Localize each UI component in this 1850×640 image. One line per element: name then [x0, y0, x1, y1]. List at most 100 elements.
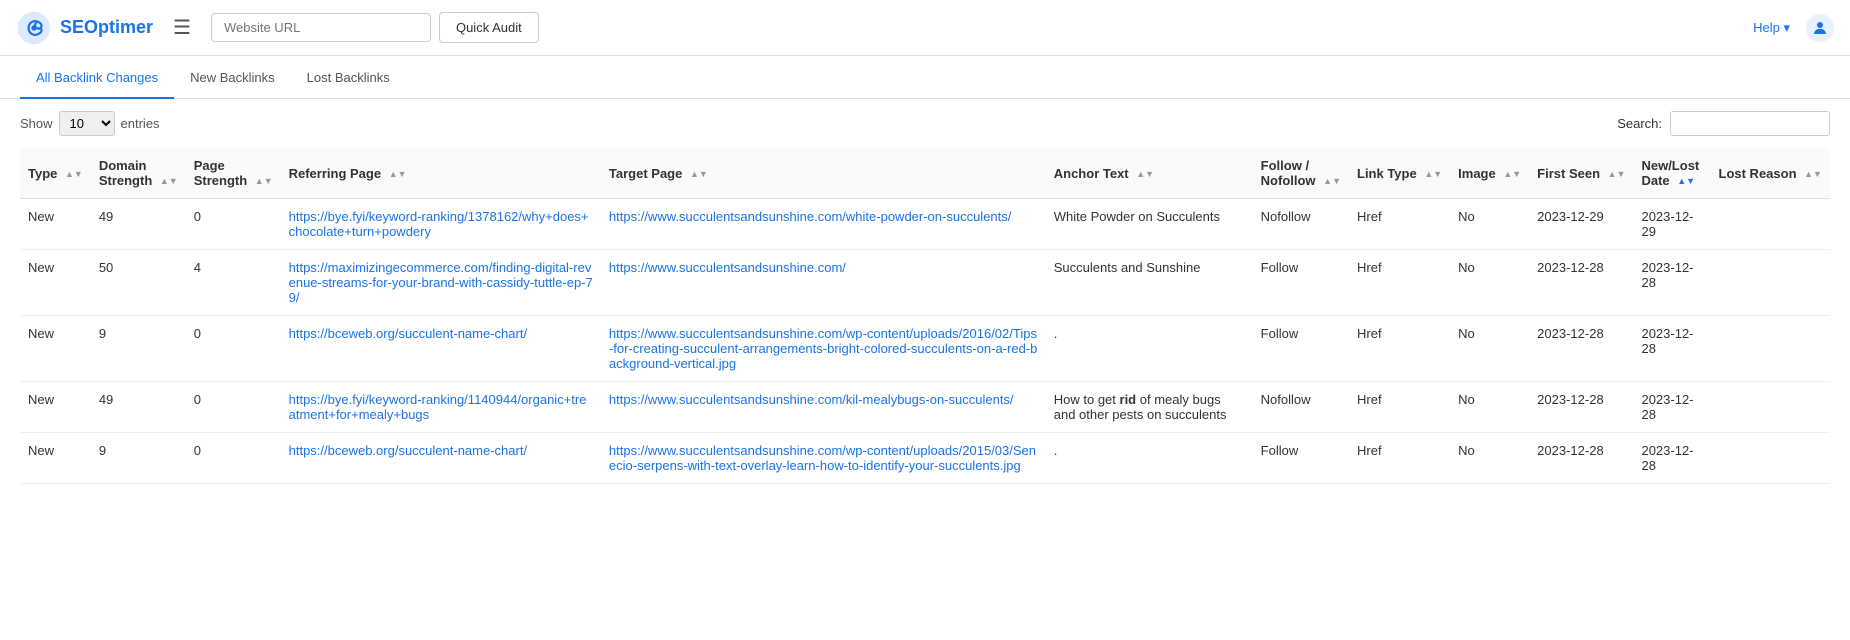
target-page-link[interactable]: https://www.succulentsandsunshine.com/wh…	[609, 209, 1011, 224]
header-right: Help ▾	[1753, 14, 1834, 42]
header: SEOptimer ☰ Quick Audit Help ▾	[0, 0, 1850, 56]
table-controls: Show 10 25 50 100 entries Search:	[0, 99, 1850, 148]
referring-page-link[interactable]: https://bye.fyi/keyword-ranking/1378162/…	[289, 209, 589, 239]
col-link-type[interactable]: Link Type ▲▼	[1349, 148, 1450, 199]
table-header-row: Type ▲▼ DomainStrength ▲▼ PageStrength ▲…	[20, 148, 1830, 199]
col-anchor-text[interactable]: Anchor Text ▲▼	[1046, 148, 1253, 199]
col-new-lost-date[interactable]: New/LostDate ▲▼	[1633, 148, 1710, 199]
cell-first-seen: 2023-12-28	[1529, 382, 1633, 433]
cell-page-strength: 0	[186, 199, 281, 250]
cell-lost-reason	[1711, 199, 1831, 250]
cell-anchor-text: How to get rid of mealy bugs and other p…	[1046, 382, 1253, 433]
cell-lost-reason	[1711, 316, 1831, 382]
show-entries-control: Show 10 25 50 100 entries	[20, 111, 160, 136]
cell-first-seen: 2023-12-28	[1529, 250, 1633, 316]
table-row: New 50 4 https://maximizingecommerce.com…	[20, 250, 1830, 316]
col-image[interactable]: Image ▲▼	[1450, 148, 1529, 199]
cell-image: No	[1450, 199, 1529, 250]
logo-text: SEOptimer	[60, 17, 153, 38]
col-page-strength[interactable]: PageStrength ▲▼	[186, 148, 281, 199]
col-target-page[interactable]: Target Page ▲▼	[601, 148, 1046, 199]
cell-first-seen: 2023-12-28	[1529, 433, 1633, 484]
user-avatar[interactable]	[1806, 14, 1834, 42]
col-domain-strength[interactable]: DomainStrength ▲▼	[91, 148, 186, 199]
backlinks-table: Type ▲▼ DomainStrength ▲▼ PageStrength ▲…	[20, 148, 1830, 484]
cell-target-page: https://www.succulentsandsunshine.com/	[601, 250, 1046, 316]
col-follow-nofollow[interactable]: Follow /Nofollow ▲▼	[1253, 148, 1349, 199]
tab-all-backlink-changes[interactable]: All Backlink Changes	[20, 56, 174, 99]
cell-follow-nofollow: Follow	[1253, 433, 1349, 484]
cell-type: New	[20, 250, 91, 316]
referring-page-link[interactable]: https://bye.fyi/keyword-ranking/1140944/…	[289, 392, 587, 422]
table-row: New 49 0 https://bye.fyi/keyword-ranking…	[20, 199, 1830, 250]
cell-page-strength: 0	[186, 433, 281, 484]
cell-target-page: https://www.succulentsandsunshine.com/wp…	[601, 316, 1046, 382]
target-page-link[interactable]: https://www.succulentsandsunshine.com/ki…	[609, 392, 1014, 407]
target-page-link[interactable]: https://www.succulentsandsunshine.com/	[609, 260, 846, 275]
cell-follow-nofollow: Nofollow	[1253, 199, 1349, 250]
target-page-link[interactable]: https://www.succulentsandsunshine.com/wp…	[609, 443, 1036, 473]
logo-area: SEOptimer	[16, 10, 153, 46]
search-area: Search:	[1617, 111, 1830, 136]
tabs-bar: All Backlink Changes New Backlinks Lost …	[0, 56, 1850, 99]
table-row: New 9 0 https://bceweb.org/succulent-nam…	[20, 316, 1830, 382]
cell-referring-page: https://bceweb.org/succulent-name-chart/	[281, 433, 601, 484]
cell-referring-page: https://maximizingecommerce.com/finding-…	[281, 250, 601, 316]
cell-first-seen: 2023-12-29	[1529, 199, 1633, 250]
cell-referring-page: https://bye.fyi/keyword-ranking/1140944/…	[281, 382, 601, 433]
cell-first-seen: 2023-12-28	[1529, 316, 1633, 382]
help-button[interactable]: Help ▾	[1753, 20, 1790, 36]
cell-target-page: https://www.succulentsandsunshine.com/wh…	[601, 199, 1046, 250]
hamburger-icon[interactable]: ☰	[165, 11, 199, 44]
cell-link-type: Href	[1349, 433, 1450, 484]
referring-page-link[interactable]: https://maximizingecommerce.com/finding-…	[289, 260, 593, 305]
cell-lost-reason	[1711, 433, 1831, 484]
cell-anchor-text: .	[1046, 433, 1253, 484]
cell-new-lost-date: 2023-12-29	[1633, 199, 1710, 250]
col-first-seen[interactable]: First Seen ▲▼	[1529, 148, 1633, 199]
entries-label: entries	[121, 116, 160, 131]
cell-image: No	[1450, 250, 1529, 316]
referring-page-link[interactable]: https://bceweb.org/succulent-name-chart/	[289, 326, 527, 341]
cell-link-type: Href	[1349, 316, 1450, 382]
cell-domain-strength: 50	[91, 250, 186, 316]
tab-lost-backlinks[interactable]: Lost Backlinks	[291, 56, 406, 99]
cell-domain-strength: 9	[91, 316, 186, 382]
cell-lost-reason	[1711, 250, 1831, 316]
cell-image: No	[1450, 316, 1529, 382]
cell-link-type: Href	[1349, 250, 1450, 316]
cell-type: New	[20, 433, 91, 484]
cell-page-strength: 0	[186, 382, 281, 433]
col-lost-reason[interactable]: Lost Reason ▲▼	[1711, 148, 1831, 199]
cell-follow-nofollow: Nofollow	[1253, 382, 1349, 433]
entries-select[interactable]: 10 25 50 100	[59, 111, 115, 136]
cell-type: New	[20, 199, 91, 250]
cell-link-type: Href	[1349, 199, 1450, 250]
col-type[interactable]: Type ▲▼	[20, 148, 91, 199]
cell-target-page: https://www.succulentsandsunshine.com/ki…	[601, 382, 1046, 433]
search-input[interactable]	[1670, 111, 1830, 136]
cell-new-lost-date: 2023-12-28	[1633, 250, 1710, 316]
cell-target-page: https://www.succulentsandsunshine.com/wp…	[601, 433, 1046, 484]
search-label: Search:	[1617, 116, 1662, 131]
cell-follow-nofollow: Follow	[1253, 316, 1349, 382]
target-page-link[interactable]: https://www.succulentsandsunshine.com/wp…	[609, 326, 1037, 371]
url-input[interactable]	[211, 13, 431, 42]
cell-page-strength: 0	[186, 316, 281, 382]
table-row: New 49 0 https://bye.fyi/keyword-ranking…	[20, 382, 1830, 433]
cell-type: New	[20, 382, 91, 433]
quick-audit-button[interactable]: Quick Audit	[439, 12, 539, 43]
cell-domain-strength: 49	[91, 382, 186, 433]
cell-domain-strength: 9	[91, 433, 186, 484]
col-referring-page[interactable]: Referring Page ▲▼	[281, 148, 601, 199]
cell-image: No	[1450, 433, 1529, 484]
logo-icon	[16, 10, 52, 46]
cell-new-lost-date: 2023-12-28	[1633, 382, 1710, 433]
referring-page-link[interactable]: https://bceweb.org/succulent-name-chart/	[289, 443, 527, 458]
cell-new-lost-date: 2023-12-28	[1633, 433, 1710, 484]
tab-new-backlinks[interactable]: New Backlinks	[174, 56, 291, 99]
cell-image: No	[1450, 382, 1529, 433]
cell-link-type: Href	[1349, 382, 1450, 433]
cell-follow-nofollow: Follow	[1253, 250, 1349, 316]
show-label: Show	[20, 116, 53, 131]
